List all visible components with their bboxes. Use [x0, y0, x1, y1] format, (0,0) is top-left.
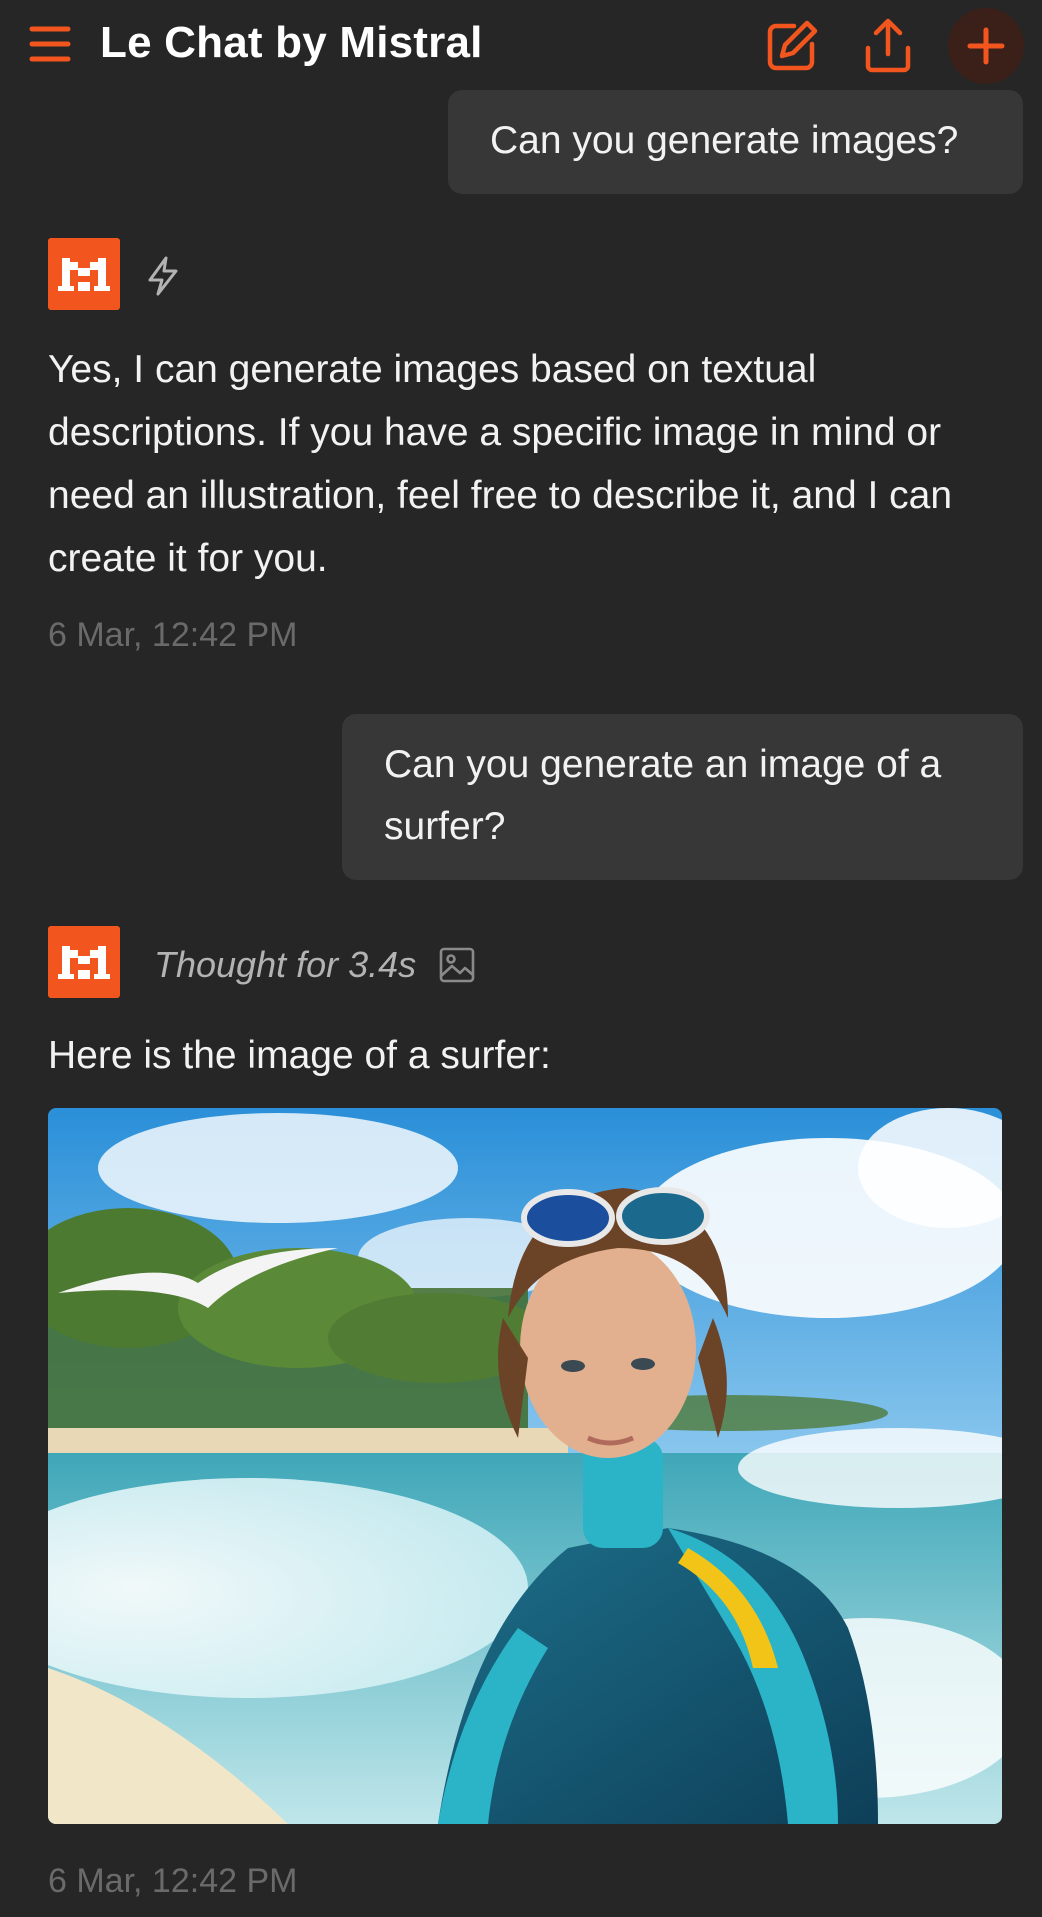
user-message[interactable]: Can you generate images? — [448, 90, 1023, 194]
new-chat-button[interactable] — [948, 8, 1024, 84]
mistral-logo-avatar — [48, 238, 120, 310]
message-timestamp: 6 Mar, 12:42 PM — [48, 1862, 298, 1900]
mistral-logo-avatar — [48, 926, 120, 998]
chat-app: Le Chat by Mistral Can you generate imag… — [0, 0, 1042, 1917]
top-bar: Le Chat by Mistral — [0, 0, 1042, 90]
app-title: Le Chat by Mistral — [100, 18, 483, 67]
lightning-icon — [142, 254, 184, 298]
image-icon — [438, 946, 476, 984]
message-timestamp: 6 Mar, 12:42 PM — [48, 616, 298, 654]
generated-surfer-image[interactable] — [48, 1108, 1002, 1824]
plus-icon — [967, 27, 1005, 65]
assistant-message: Here is the image of a surfer: — [48, 1034, 551, 1077]
thought-duration-label[interactable]: Thought for 3.4s — [154, 944, 416, 986]
assistant-message: Yes, I can generate images based on text… — [48, 348, 953, 580]
user-message[interactable]: Can you generate an image of a surfer? — [342, 714, 1023, 880]
share-icon[interactable] — [856, 14, 920, 78]
menu-icon[interactable] — [28, 22, 78, 66]
edit-icon[interactable] — [760, 14, 824, 78]
